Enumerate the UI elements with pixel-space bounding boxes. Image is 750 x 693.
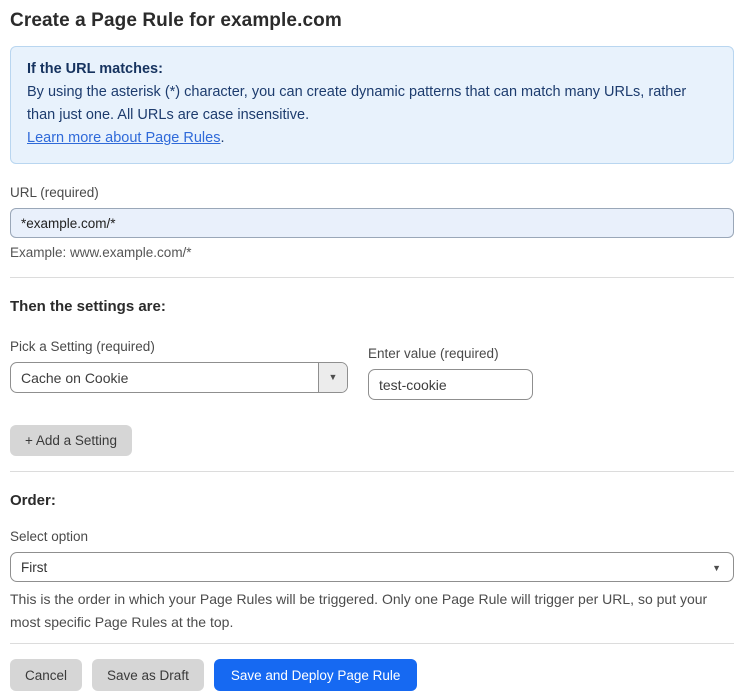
chevron-down-icon: ▼ xyxy=(328,372,338,382)
pick-setting-column: Pick a Setting (required) Cache on Cooki… xyxy=(10,339,348,393)
learn-more-link[interactable]: Learn more about Page Rules xyxy=(27,130,220,146)
settings-row: Pick a Setting (required) Cache on Cooki… xyxy=(10,339,734,400)
divider xyxy=(10,277,734,278)
order-help-text: This is the order in which your Page Rul… xyxy=(10,591,708,630)
link-suffix: . xyxy=(220,130,225,146)
info-box-link-line: Learn more about Page Rules. xyxy=(27,127,717,150)
enter-value-label: Enter value (required) xyxy=(368,346,499,361)
chevron-down-icon: ▼ xyxy=(712,563,721,573)
save-as-draft-button[interactable]: Save as Draft xyxy=(92,659,204,691)
url-example-text: Example: www.example.com/* xyxy=(10,245,192,260)
add-setting-button[interactable]: + Add a Setting xyxy=(10,425,132,456)
cancel-button[interactable]: Cancel xyxy=(10,659,83,691)
divider xyxy=(10,471,734,472)
setting-select-value: Cache on Cookie xyxy=(21,369,129,386)
page-rule-form: Create a Page Rule for example.com If th… xyxy=(0,0,750,691)
enter-value-column: Enter value (required) xyxy=(368,346,533,400)
footer-buttons: Cancel Save as Draft Save and Deploy Pag… xyxy=(10,659,734,691)
setting-value-input[interactable] xyxy=(368,369,533,400)
settings-section-heading: Then the settings are: xyxy=(10,298,166,315)
setting-select-arrow-button[interactable]: ▼ xyxy=(318,363,347,392)
url-input[interactable] xyxy=(10,208,734,238)
divider xyxy=(10,643,734,644)
order-select-value: First xyxy=(21,559,48,575)
order-section-heading: Order: xyxy=(10,492,56,509)
save-and-deploy-button[interactable]: Save and Deploy Page Rule xyxy=(213,659,418,691)
page-title: Create a Page Rule for example.com xyxy=(10,10,342,31)
url-match-info-box: If the URL matches: By using the asteris… xyxy=(10,46,734,164)
order-select-label: Select option xyxy=(10,529,89,544)
info-box-body: By using the asterisk (*) character, you… xyxy=(27,84,687,123)
pick-setting-label: Pick a Setting (required) xyxy=(10,339,155,354)
setting-select[interactable]: Cache on Cookie ▼ xyxy=(10,362,348,393)
info-box-heading: If the URL matches: xyxy=(27,61,163,77)
url-field-label: URL (required) xyxy=(10,185,99,200)
order-select[interactable]: First ▼ xyxy=(10,552,734,582)
